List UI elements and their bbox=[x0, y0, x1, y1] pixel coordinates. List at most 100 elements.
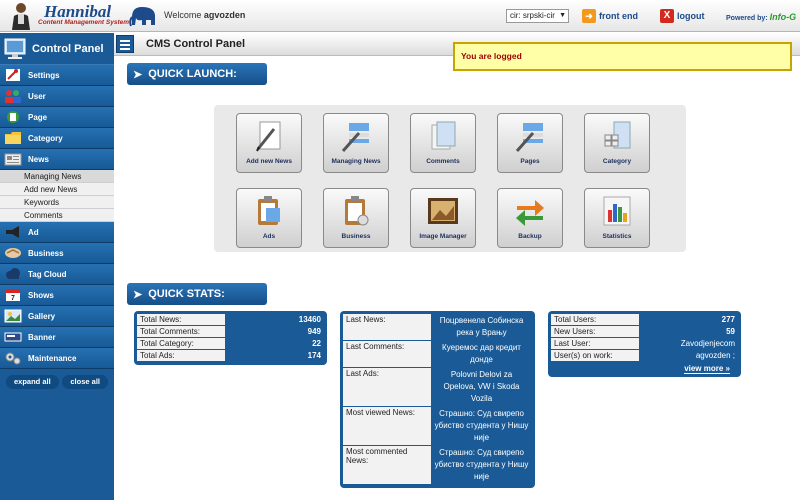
most-commented-link[interactable]: Страшно: Суд свирепо убиство студента у … bbox=[431, 445, 532, 485]
last-ad-link[interactable]: Polovni Delovi za Opelova, VW i Skoda Vo… bbox=[431, 367, 532, 407]
sidebar-item-tag-cloud[interactable]: Tag Cloud bbox=[0, 264, 114, 285]
close-icon: X bbox=[660, 9, 674, 23]
sidebar-item-label: Settings bbox=[28, 70, 60, 80]
powered-brand[interactable]: Info-G bbox=[770, 12, 797, 22]
sidebar-item-maintenance[interactable]: Maintenance bbox=[0, 348, 114, 369]
expand-all-button[interactable]: expand all bbox=[6, 375, 59, 389]
last-comment-link[interactable]: Куеремос дар кредит донде bbox=[431, 340, 532, 368]
close-all-button[interactable]: close all bbox=[62, 375, 108, 389]
stat-value: 22 bbox=[225, 337, 324, 350]
last-user-link[interactable]: Zavodjenjecom bbox=[639, 337, 738, 350]
stat-label: Last News: bbox=[343, 314, 431, 341]
stats-users-table: Total Users: 277 New Users: 59 Last User: Z… bbox=[551, 314, 738, 362]
top-bar: Hannibal Content Management System Welco… bbox=[0, 0, 800, 32]
tile-label: Image Manager bbox=[419, 233, 467, 240]
sidebar-item-user[interactable]: User bbox=[0, 86, 114, 107]
logout-label: logout bbox=[677, 11, 705, 21]
sync-arrows-icon bbox=[512, 193, 548, 229]
last-news-link[interactable]: Поцрвенела Собинска река у Врању bbox=[431, 314, 532, 341]
tile-managing-news[interactable]: Managing News bbox=[323, 113, 389, 173]
clipboard-gear-icon bbox=[338, 193, 374, 229]
sidebar: Control Panel Settings User Page Categor… bbox=[0, 33, 114, 500]
menu-toggle-icon[interactable] bbox=[116, 35, 134, 53]
sidebar-item-news[interactable]: News bbox=[0, 149, 114, 170]
table-row: Most commented News: Страшно: Суд свирепо… bbox=[343, 445, 532, 485]
gallery-icon bbox=[4, 308, 22, 324]
documents-icon bbox=[425, 118, 461, 154]
tile-category[interactable]: Category bbox=[584, 113, 650, 173]
stat-label: Total Comments: bbox=[137, 325, 225, 338]
sidebar-item-shows[interactable]: 7 Shows bbox=[0, 285, 114, 306]
sidebar-subitem-managing-news[interactable]: Managing News bbox=[0, 170, 114, 183]
stat-label: Last Ads: bbox=[343, 367, 431, 407]
grid-folder-icon bbox=[599, 118, 635, 154]
tile-pages[interactable]: Pages bbox=[497, 113, 563, 173]
stat-value: 174 bbox=[225, 349, 324, 362]
tile-label: Business bbox=[341, 233, 371, 240]
tile-add-new-news[interactable]: Add new News bbox=[236, 113, 302, 173]
login-notice: You are logged bbox=[453, 42, 792, 71]
picture-frame-icon bbox=[425, 193, 461, 229]
sidebar-item-banner[interactable]: Banner bbox=[0, 327, 114, 348]
banner-icon bbox=[4, 329, 22, 345]
tile-backup[interactable]: Backup bbox=[497, 188, 563, 248]
sidebar-subitem-comments[interactable]: Comments bbox=[0, 209, 114, 222]
pen-paper-icon bbox=[251, 118, 287, 154]
sidebar-item-gallery[interactable]: Gallery bbox=[0, 306, 114, 327]
stat-value: 13460 bbox=[225, 314, 324, 326]
stat-label: Last User: bbox=[551, 337, 639, 350]
most-viewed-link[interactable]: Страшно: Суд свирепо убиство студента у … bbox=[431, 406, 532, 446]
sidebar-item-page[interactable]: Page bbox=[0, 107, 114, 128]
sidebar-subitem-add-news[interactable]: Add new News bbox=[0, 183, 114, 196]
users-on-work-value: agvozden ; bbox=[639, 349, 738, 362]
arrow-right-icon: ➜ bbox=[582, 9, 596, 23]
sidebar-item-label: Maintenance bbox=[28, 353, 77, 363]
view-more-link[interactable]: view more » bbox=[684, 364, 730, 374]
quick-stats-title: QUICK STATS: bbox=[148, 288, 225, 300]
sidebar-item-settings[interactable]: Settings bbox=[0, 65, 114, 86]
sidebar-item-label: Business bbox=[28, 248, 64, 258]
tile-label: Add new News bbox=[246, 158, 292, 165]
tile-business[interactable]: Business bbox=[323, 188, 389, 248]
pen-list-icon bbox=[338, 118, 374, 154]
arrow-right-icon: ➤ bbox=[133, 288, 143, 301]
sidebar-item-label: User bbox=[28, 91, 46, 101]
stat-label: Most viewed News: bbox=[343, 406, 431, 446]
sidebar-item-business[interactable]: Business bbox=[0, 243, 114, 264]
arrow-right-icon: ➤ bbox=[133, 68, 143, 81]
sidebar-header: Control Panel bbox=[0, 33, 114, 65]
quick-launch-title: QUICK LAUNCH: bbox=[148, 68, 237, 80]
clipboard-icon bbox=[251, 193, 287, 229]
language-value: cir: srpski-cir bbox=[510, 11, 555, 20]
tile-label: Pages bbox=[520, 158, 540, 165]
tile-image-manager[interactable]: Image Manager bbox=[410, 188, 476, 248]
sidebar-item-label: Shows bbox=[28, 290, 54, 300]
sidebar-title: Control Panel bbox=[32, 42, 104, 55]
sidebar-item-label: Banner bbox=[28, 332, 56, 342]
sidebar-item-category[interactable]: Category bbox=[0, 128, 114, 149]
tile-comments[interactable]: Comments bbox=[410, 113, 476, 173]
sidebar-item-label: Page bbox=[28, 112, 48, 122]
tile-statistics[interactable]: Statistics bbox=[584, 188, 650, 248]
sidebar-item-label: News bbox=[28, 154, 49, 164]
table-row: Total News: 13460 bbox=[137, 314, 324, 326]
sidebar-subitem-keywords[interactable]: Keywords bbox=[0, 196, 114, 209]
table-row: Last Ads: Polovni Delovi za Opelova, VW i… bbox=[343, 367, 532, 407]
quick-stats-heading: ➤ QUICK STATS: bbox=[127, 283, 267, 305]
mascot-logo-icon bbox=[12, 3, 30, 30]
language-select[interactable]: cir: srpski-cir ▼ bbox=[506, 9, 569, 23]
sidebar-item-label: Tag Cloud bbox=[28, 269, 67, 279]
stat-label: Total Ads: bbox=[137, 349, 225, 362]
quick-launch-heading: ➤ QUICK LAUNCH: bbox=[127, 63, 267, 85]
chevron-down-icon: ▼ bbox=[559, 12, 566, 19]
handshake-icon bbox=[4, 245, 22, 261]
front-end-link[interactable]: ➜ front end bbox=[582, 9, 638, 23]
megaphone-icon bbox=[4, 224, 22, 240]
table-row: User(s) on work: agvozden ; bbox=[551, 349, 738, 362]
sidebar-item-ad[interactable]: Ad bbox=[0, 222, 114, 243]
tile-ads[interactable]: Ads bbox=[236, 188, 302, 248]
stats-users-panel: Total Users: 277 New Users: 59 Last User: Z… bbox=[548, 311, 741, 377]
logout-link[interactable]: X logout bbox=[660, 9, 705, 23]
wrench-icon bbox=[4, 67, 22, 83]
folder-icon bbox=[4, 130, 22, 146]
